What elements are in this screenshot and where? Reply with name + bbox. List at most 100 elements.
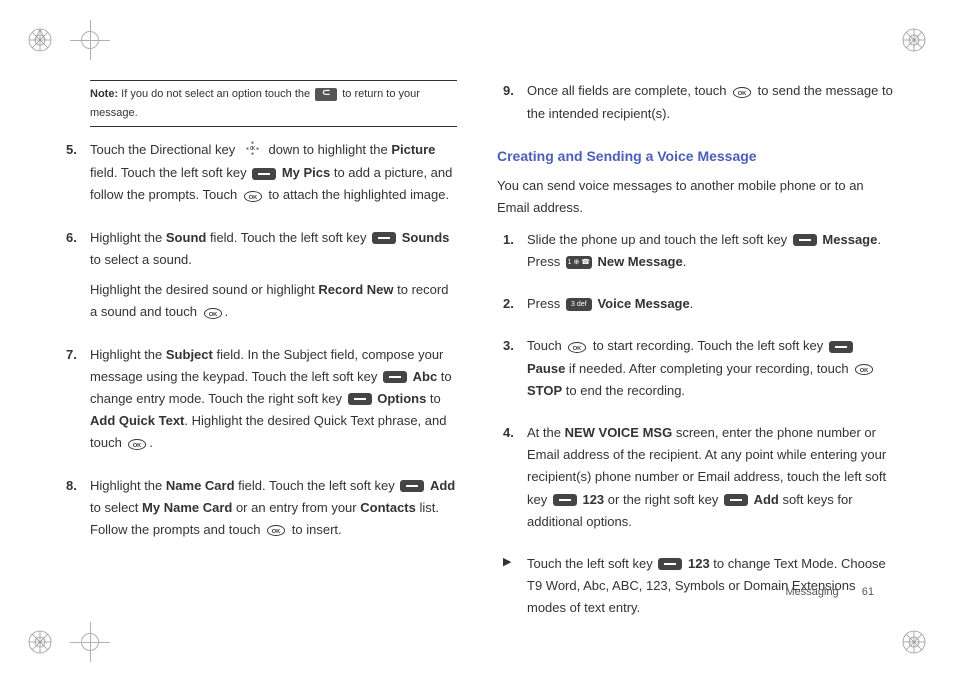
bold-text: Sound [166, 230, 206, 245]
bold-text: Sounds [402, 230, 450, 245]
step-paragraph: Highlight the desired sound or highlight… [90, 279, 457, 324]
bold-text: Name Card [166, 478, 235, 493]
page-columns: Note: If you do not select an option tou… [60, 80, 894, 629]
ok-key-icon: OK [127, 433, 147, 455]
step-number: 2. [497, 293, 527, 323]
note-text-before: If you do not select an option touch the [118, 88, 313, 100]
bold-text: NEW VOICE MSG [565, 425, 673, 440]
bold-text: Add Quick Text [90, 413, 184, 428]
step-body: Press 3 def Voice Message. [527, 293, 894, 323]
step-paragraph: At the NEW VOICE MSG screen, enter the p… [527, 422, 894, 532]
bold-text: New Message [597, 254, 682, 269]
bold-text: My Name Card [142, 500, 232, 515]
instruction-step: 3.Touch OK to start recording. Touch the… [497, 335, 894, 410]
ornament-icon [899, 627, 929, 657]
softkey-icon [372, 232, 396, 244]
instruction-step: 5.Touch the Directional key ▪▪ OK ▪▪ dow… [60, 139, 457, 214]
ok-key-icon: OK [732, 81, 752, 103]
bold-text: Contacts [360, 500, 416, 515]
bold-text: Record New [318, 282, 393, 297]
bold-text: Abc [413, 369, 438, 384]
bold-text: STOP [527, 383, 562, 398]
softkey-icon [383, 371, 407, 383]
bold-text: Add [430, 478, 455, 493]
ok-key-icon: OK [854, 358, 874, 380]
step-number: 7. [60, 344, 90, 463]
step-body: Touch OK to start recording. Touch the l… [527, 335, 894, 410]
softkey-icon [793, 234, 817, 246]
step-body: Once all fields are complete, touch OK t… [527, 80, 894, 133]
bold-text: My Pics [282, 165, 330, 180]
instruction-step: 8.Highlight the Name Card field. Touch t… [60, 475, 457, 550]
bold-text: 123 [688, 556, 710, 571]
step-body: Touch the Directional key ▪▪ OK ▪▪ down … [90, 139, 457, 214]
instruction-step: 1.Slide the phone up and touch the left … [497, 229, 894, 281]
ornament-icon [899, 25, 929, 55]
ok-key-icon: OK [266, 519, 286, 541]
bold-text: Add [754, 492, 779, 507]
step-paragraph: Touch the Directional key ▪▪ OK ▪▪ down … [90, 139, 457, 206]
step-paragraph: Press 3 def Voice Message. [527, 293, 894, 315]
section-heading: Creating and Sending a Voice Message [497, 145, 894, 169]
ok-key-icon: OK [567, 335, 587, 357]
svg-text:OK: OK [272, 529, 281, 535]
footer-section: Messaging [785, 586, 838, 598]
step-number: 5. [60, 139, 90, 214]
bold-text: Picture [391, 142, 435, 157]
step-number: 9. [497, 80, 527, 133]
directional-key-icon: ▪▪ OK ▪▪ [241, 140, 263, 162]
softkey-icon [724, 494, 748, 506]
step-body: Slide the phone up and touch the left so… [527, 229, 894, 281]
softkey-icon [348, 393, 372, 405]
step-paragraph: Highlight the Subject field. In the Subj… [90, 344, 457, 455]
step-body: At the NEW VOICE MSG screen, enter the p… [527, 422, 894, 540]
step-number: 4. [497, 422, 527, 540]
step-paragraph: Highlight the Name Card field. Touch the… [90, 475, 457, 542]
svg-text:OK: OK [573, 346, 582, 352]
ok-key-icon: OK [203, 302, 223, 324]
bold-text: 123 [582, 492, 604, 507]
softkey-icon [829, 341, 853, 353]
softkey-icon [553, 494, 577, 506]
note-box: Note: If you do not select an option tou… [90, 80, 457, 127]
right-column: 9.Once all fields are complete, touch OK… [497, 80, 894, 629]
note-label: Note: [90, 88, 118, 100]
bold-text: Message [822, 232, 877, 247]
instruction-step: 7.Highlight the Subject field. In the Su… [60, 344, 457, 463]
footer-page-number: 61 [862, 586, 874, 598]
step-body: Highlight the Name Card field. Touch the… [90, 475, 457, 550]
step-number: 3. [497, 335, 527, 410]
bold-text: Options [377, 391, 426, 406]
left-column: Note: If you do not select an option tou… [60, 80, 457, 629]
step-number: 1. [497, 229, 527, 281]
softkey-icon [400, 480, 424, 492]
svg-text:OK: OK [208, 312, 217, 318]
bold-text: Voice Message [597, 296, 689, 311]
back-key-icon [315, 88, 337, 101]
step-number: 8. [60, 475, 90, 550]
step-body: Highlight the Subject field. In the Subj… [90, 344, 457, 463]
registration-mark-icon [70, 622, 110, 662]
svg-text:OK: OK [133, 443, 142, 449]
bullet-marker-icon: ▶ [497, 553, 527, 619]
registration-mark-icon [70, 20, 110, 60]
step-number: 6. [60, 227, 90, 332]
instruction-step: 6.Highlight the Sound field. Touch the l… [60, 227, 457, 332]
instruction-step: 9.Once all fields are complete, touch OK… [497, 80, 894, 133]
step-paragraph: Highlight the Sound field. Touch the lef… [90, 227, 457, 271]
bold-text: Subject [166, 347, 213, 362]
instruction-step: 2.Press 3 def Voice Message. [497, 293, 894, 323]
bold-text: Pause [527, 361, 565, 376]
step-paragraph: Touch OK to start recording. Touch the l… [527, 335, 894, 402]
softkey-icon [252, 168, 276, 180]
keypad-3-icon: 3 def [566, 298, 592, 311]
step-paragraph: Once all fields are complete, touch OK t… [527, 80, 894, 125]
ornament-icon [25, 25, 55, 55]
keypad-1-icon: 1 ⊕ ☎ [566, 256, 592, 269]
instruction-step: 4.At the NEW VOICE MSG screen, enter the… [497, 422, 894, 540]
svg-text:OK: OK [738, 91, 747, 97]
step-body: Highlight the Sound field. Touch the lef… [90, 227, 457, 332]
svg-text:OK: OK [860, 368, 869, 374]
section-intro: You can send voice messages to another m… [497, 175, 894, 219]
page-footer: Messaging 61 [785, 583, 874, 602]
